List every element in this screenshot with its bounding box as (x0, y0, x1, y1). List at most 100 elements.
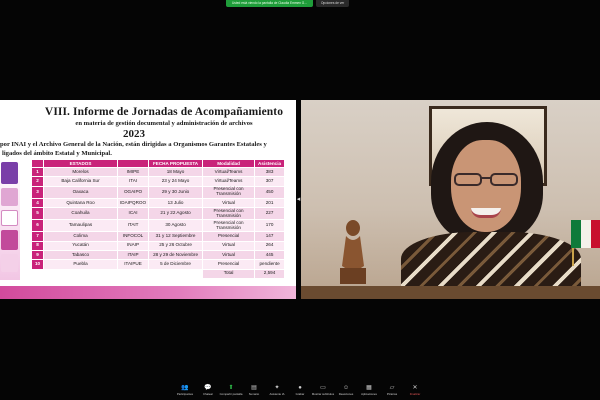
cell-asistencia: pendiente (254, 259, 286, 270)
table-row: 9 Tabasco ITAIP 28 y 29 de Noviembre Virtual… (31, 249, 286, 261)
cell-asistencia: 264 (254, 240, 286, 251)
toolbar-button-label: Aplicaciones (361, 392, 377, 396)
cell-modalidad: Virtual (202, 197, 256, 209)
meeting-window: Usted está viendo la pantalla de Claudia… (0, 0, 600, 400)
table-row: 10 Puebla ITAIPUE 5 de Diciembre Presencial p… (31, 259, 286, 270)
row-number: 7 (31, 231, 44, 242)
row-number: 6 (31, 219, 44, 233)
cell-estado: Colima (43, 231, 118, 242)
participants-icon: 👥 (181, 385, 189, 391)
toolbar-button-reactions[interactable]: ☺ Reacciones (335, 383, 358, 400)
toolbar-button-whiteboard[interactable]: ▱ Pizarras (381, 383, 404, 400)
meeting-toolbar: 👥 Participantes 💬 Chatear ⬆ Compartir pantall… (0, 383, 600, 400)
cell-fecha: 25 y 26 Octubre (148, 240, 204, 251)
slide-decoration (0, 158, 20, 280)
apps-icon: ▦ (366, 385, 372, 391)
toolbar-button-label: Compartir pantalla (219, 392, 243, 396)
slide-description-line: ligados del ámbito Estatal y Municipal. (2, 149, 112, 157)
toolbar-button-label: Chatear (203, 392, 213, 396)
mexico-flag (571, 220, 600, 266)
toolbar-button-apps[interactable]: ▦ Aplicaciones (358, 383, 381, 400)
cell-modalidad: Presencial con Transmisión (202, 219, 256, 233)
row-number: 9 (31, 249, 44, 261)
whiteboard-icon: ▱ (389, 385, 395, 391)
toolbar-button-share-screen[interactable]: ⬆ Compartir pantalla (220, 383, 243, 400)
cell-estado: Tabasco (43, 249, 118, 261)
cell-organismo: INAIP (116, 240, 150, 251)
row-number: 2 (31, 176, 44, 187)
cell-organismo: IDAIPQROO (116, 197, 150, 209)
cell-modalidad: Presencial con Transmisión (202, 185, 256, 199)
cell-modalidad: Presencial (202, 259, 256, 270)
toolbar-button-captions[interactable]: ▭ Mostrar subtítulos (312, 383, 335, 400)
cell-organismo: ITAIP (116, 249, 150, 261)
toolbar-button-ai-assistant[interactable]: ✦ Asistente IA (266, 383, 289, 400)
toolbar-button-label: Finalizar (409, 392, 421, 396)
header-modalidad: Modalidad (202, 159, 256, 168)
slide-year: 2023 (123, 128, 145, 140)
toolbar-button-label: Grabar (295, 392, 305, 396)
row-number: 5 (31, 207, 44, 221)
participant-video (301, 100, 600, 299)
total-label: Total (202, 268, 256, 279)
cell-fecha: 5 de Diciembre (148, 259, 204, 270)
cell-asistencia: 445 (254, 249, 286, 261)
cell-asistencia: 450 (254, 185, 286, 199)
row-number: 10 (31, 259, 44, 270)
toolbar-button-label: Asistente IA (269, 392, 285, 396)
table-row: 3 Oaxaca OGAIPO 29 y 30 Junio Presencial con… (31, 185, 286, 199)
cell-fecha: 28 y 29 de Noviembre (148, 249, 204, 261)
table-row: 7 Colima INFOCOL 31 y 12 Septiembre Presenci… (31, 231, 286, 242)
cell-modalidad: Virtual/Teams (202, 166, 256, 178)
cell-estado: Tamaulipas (43, 219, 118, 233)
statue-figure (340, 220, 366, 284)
cell-modalidad: Presencial (202, 231, 256, 242)
table-row: 1 Morelos IMIPE 18 Mayo Virtual/Teams 383 (31, 166, 286, 178)
slide-description: por INAI y el Archivo General de la Naci… (0, 141, 296, 158)
ai-assistant-icon: ✦ (274, 385, 280, 391)
cell-estado: Puebla (43, 259, 118, 270)
total-value: 2,594 (254, 268, 286, 279)
cell-organismo: ITAIPUE (116, 259, 150, 270)
toolbar-button-record[interactable]: ● Grabar (289, 383, 312, 400)
cell-organismo: ITAIT (116, 219, 150, 233)
row-number: 3 (31, 185, 44, 199)
row-number: 4 (31, 197, 44, 209)
participant-face (451, 140, 521, 232)
cell-estado: Oaxaca (43, 185, 118, 199)
toolbar-button-participants[interactable]: 👥 Participantes (174, 383, 197, 400)
toolbar-button-summary[interactable]: ▤ Sumario (243, 383, 266, 400)
screen-share-status[interactable]: Usted está viendo la pantalla de Claudia… (226, 0, 313, 7)
row-number: 1 (31, 166, 44, 178)
table-row: 8 Yucatán INAIP 25 y 26 Octubre Virtual 264 (31, 240, 286, 251)
captions-icon: ▭ (320, 385, 326, 391)
slide-footer-bar (0, 286, 296, 299)
summary-icon: ▤ (251, 385, 257, 391)
cell-organismo: OGAIPO (116, 185, 150, 199)
toolbar-button-label: Pizarras (386, 392, 398, 396)
chat-icon: 💬 (204, 385, 212, 391)
table-row: 6 Tamaulipas ITAIT 30 Agosto Presencial con … (31, 219, 286, 233)
cell-asistencia: 307 (254, 176, 286, 187)
view-options-button[interactable]: Opciones de ver (315, 0, 350, 7)
cell-fecha: 29 y 30 Junio (148, 185, 204, 199)
cell-estado: Morelos (43, 166, 118, 178)
cell-estado: Baja California Sur (43, 176, 118, 187)
shelf (301, 286, 600, 299)
table-row: 5 Coahuila ICAI 21 y 22 Agosto Presencial co… (31, 207, 286, 221)
cell-asistencia: 383 (254, 166, 286, 178)
jornadas-table: ESTADOS FECHA PROPUESTA Modalidad Asiste… (31, 159, 286, 279)
toolbar-button-label: Reacciones (338, 392, 354, 396)
toolbar-button-end[interactable]: ✕ Finalizar (404, 383, 427, 400)
cell-fecha: 30 Agosto (148, 219, 204, 233)
record-icon: ● (298, 385, 302, 391)
cell-asistencia: 170 (254, 219, 286, 233)
header-fecha: FECHA PROPUESTA (148, 159, 204, 168)
slide-subtitle: en materia de gestión documental y admin… (75, 120, 253, 127)
cell-estado: Coahuila (43, 207, 118, 221)
header-estados: ESTADOS (43, 159, 118, 168)
cell-fecha: 18 Mayo (148, 166, 204, 178)
cell-fecha: 21 y 22 Agosto (148, 207, 204, 221)
toolbar-button-chat[interactable]: 💬 Chatear (197, 383, 220, 400)
cell-fecha: 23 y 24 Mayo (148, 176, 204, 187)
